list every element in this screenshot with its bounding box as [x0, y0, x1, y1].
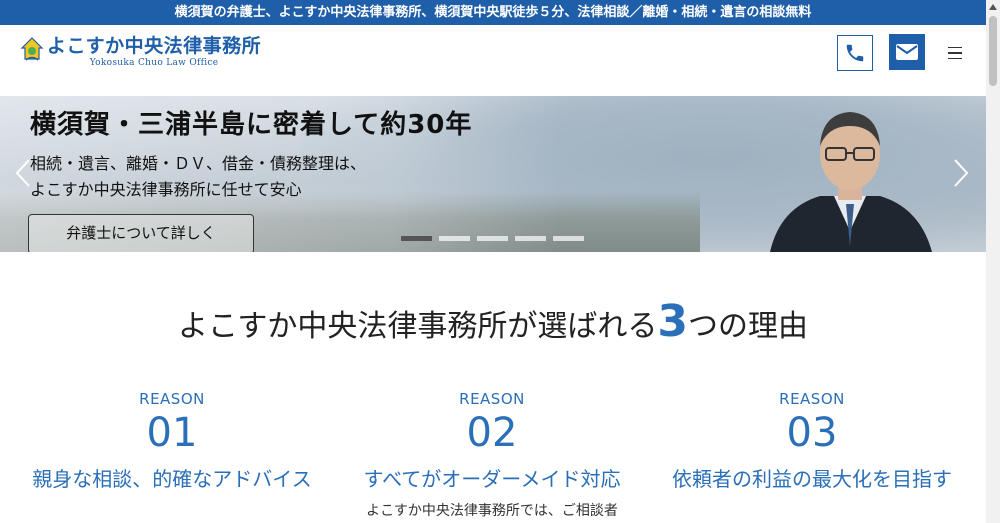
- menu-line: [948, 52, 962, 54]
- top-announcement-bar: 横須賀の弁護士、よこすか中央法律事務所、横須賀中央駅徒歩５分、法律相談／離婚・相…: [0, 0, 986, 25]
- reason-card-1: REASON 01 親身な相談、的確なアドバイス: [12, 390, 332, 494]
- slide-indicator-5[interactable]: [553, 236, 584, 241]
- reason-number: 02: [466, 410, 518, 456]
- scrollbar-thumb[interactable]: [989, 16, 997, 86]
- slide-indicator-3[interactable]: [477, 236, 508, 241]
- menu-line: [948, 57, 962, 60]
- reason-number: 01: [146, 410, 198, 456]
- reasons-section-title: よこすか中央法律事務所が選ばれる3つの理由: [0, 296, 986, 347]
- site-header: よこすか中央法律事務所 Yokosuka Chuo Law Office: [0, 25, 986, 96]
- reasons-title-after: つの理由: [688, 309, 809, 344]
- reason-number: 03: [786, 410, 838, 456]
- chevron-right-icon[interactable]: [952, 158, 970, 188]
- reason-card-3: REASON 03 依頼者の利益の最大化を目指す: [652, 390, 972, 494]
- reason-label: REASON: [139, 390, 205, 408]
- announcement-text: 横須賀の弁護士、よこすか中央法律事務所、横須賀中央駅徒歩５分、法律相談／離婚・相…: [174, 5, 812, 20]
- reason-heading: すべてがオーダーメイド対応: [363, 467, 621, 491]
- hero-lead-line1: 相続・遺言、離婚・ＤＶ、借金・債務整理は、: [30, 154, 367, 173]
- reason-body: よこすか中央法律事務所では、ご相談者: [366, 503, 618, 519]
- chevron-left-icon[interactable]: [14, 158, 32, 188]
- lawyer-portrait: [770, 112, 932, 252]
- about-lawyer-button[interactable]: 弁護士について詳しく: [28, 214, 254, 252]
- reason-label: REASON: [779, 390, 845, 408]
- logo-sub-text: Yokosuka Chuo Law Office: [89, 58, 219, 68]
- logo-mark-icon: [20, 37, 44, 63]
- logo-main-text: よこすか中央法律事務所: [47, 35, 262, 57]
- reason-label: REASON: [459, 390, 525, 408]
- reasons-title-before: よこすか中央法律事務所が選ばれる: [177, 309, 658, 344]
- slider-pagination: [401, 236, 584, 241]
- mail-button[interactable]: [889, 34, 925, 70]
- hero-slider: 横須賀・三浦半島に密着して約30年 相続・遺言、離婚・ＤＶ、借金・債務整理は、 …: [0, 96, 986, 252]
- mail-icon: [896, 44, 918, 60]
- reason-heading: 親身な相談、的確なアドバイス: [32, 467, 312, 491]
- phone-button[interactable]: [837, 35, 873, 71]
- site-logo[interactable]: よこすか中央法律事務所 Yokosuka Chuo Law Office: [20, 35, 261, 69]
- reason-card-2: REASON 02 すべてがオーダーメイド対応 よこすか中央法律事務所では、ご相…: [332, 390, 652, 520]
- slide-indicator-1[interactable]: [401, 236, 432, 241]
- scroll-up-arrow-icon[interactable]: [986, 0, 1000, 14]
- reasons-title-number: 3: [657, 296, 689, 347]
- hamburger-menu-button[interactable]: [944, 42, 966, 64]
- slide-indicator-2[interactable]: [439, 236, 470, 241]
- hero-lead-line2: よこすか中央法律事務所に任せて安心: [30, 180, 302, 199]
- page-scrollbar[interactable]: [986, 0, 1000, 523]
- hero-title: 横須賀・三浦半島に密着して約30年: [30, 110, 473, 140]
- slide-indicator-4[interactable]: [515, 236, 546, 241]
- menu-line: [948, 46, 962, 49]
- reason-heading: 依頼者の利益の最大化を目指す: [672, 467, 952, 491]
- phone-icon: [846, 44, 864, 62]
